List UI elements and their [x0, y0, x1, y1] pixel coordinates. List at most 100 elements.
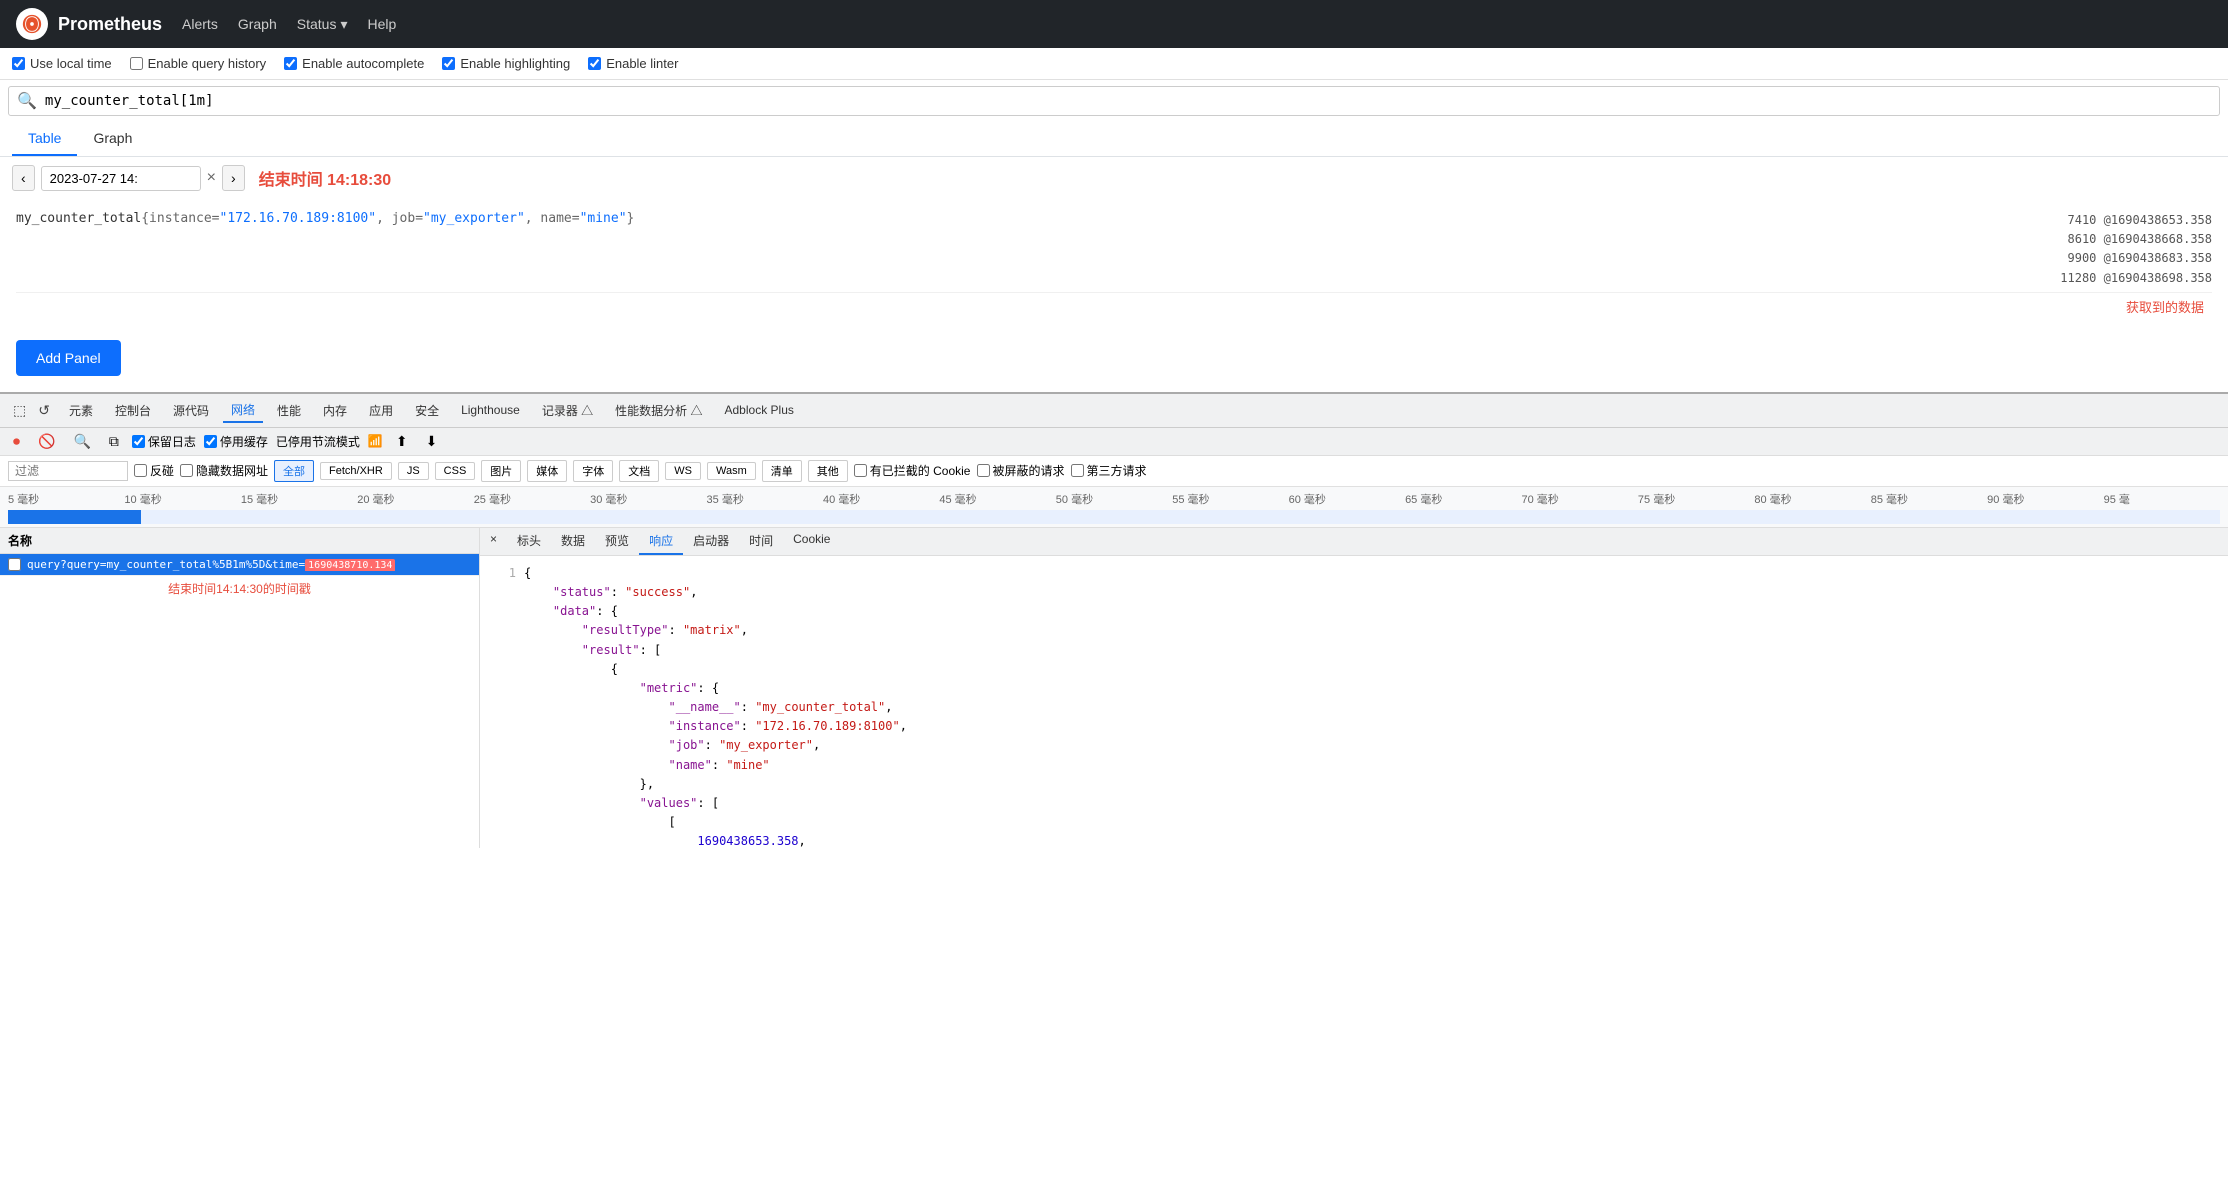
response-tab-payload[interactable]: 数据	[551, 528, 595, 555]
use-local-time-label[interactable]: Use local time	[12, 56, 112, 71]
keep-log-label[interactable]: 保留日志	[132, 433, 196, 450]
main-tabs: Table Graph	[0, 122, 2228, 157]
response-tab-initiator[interactable]: 启动器	[683, 528, 739, 555]
devtools-tab-adblock[interactable]: Adblock Plus	[717, 400, 802, 420]
tl-25: 25 毫秒	[474, 491, 590, 507]
disable-cache-label[interactable]: 停用缓存	[204, 433, 268, 450]
filter-js-button[interactable]: JS	[398, 462, 429, 480]
search-network-icon[interactable]: 🔍	[68, 431, 95, 452]
devtools-tab-recorder[interactable]: 记录器 △	[534, 399, 601, 422]
prometheus-logo	[16, 8, 48, 40]
time-input[interactable]	[41, 166, 201, 191]
enable-linter-checkbox[interactable]	[588, 57, 601, 70]
invert-filter-label[interactable]: 反碰	[134, 462, 174, 479]
import-icon[interactable]: ⬆	[391, 431, 413, 452]
hide-data-urls-label[interactable]: 隐藏数据网址	[180, 462, 268, 479]
nav-graph[interactable]: Graph	[238, 16, 277, 32]
keep-log-checkbox[interactable]	[132, 435, 145, 448]
enable-query-history-checkbox[interactable]	[130, 57, 143, 70]
blocked-requests-label[interactable]: 被屏蔽的请求	[977, 462, 1065, 479]
filter-manifest-button[interactable]: 清单	[762, 460, 802, 482]
filter-fetch-button[interactable]: Fetch/XHR	[320, 462, 392, 480]
tl-70: 70 毫秒	[1521, 491, 1637, 507]
metric-value-4: 11280 @1690438698.358	[2060, 269, 2212, 288]
devtools-tab-sources[interactable]: 源代码	[165, 399, 217, 422]
response-tab-cookie[interactable]: Cookie	[783, 528, 840, 555]
tab-table[interactable]: Table	[12, 122, 77, 156]
cursor-icon[interactable]: ⬚	[8, 400, 31, 421]
metric-name: my_counter_total{instance="172.16.70.189…	[16, 211, 634, 226]
time-controls: ‹ × › 结束时间 14:18:30	[0, 157, 2228, 199]
invert-filter-checkbox[interactable]	[134, 464, 147, 477]
devtools-tab-application[interactable]: 应用	[361, 399, 401, 422]
response-tab-timing[interactable]: 时间	[739, 528, 783, 555]
blocked-cookies-checkbox[interactable]	[854, 464, 867, 477]
time-forward-button[interactable]: ›	[222, 165, 245, 191]
devtools-tab-security[interactable]: 安全	[407, 399, 447, 422]
requests-header: 名称	[0, 528, 479, 554]
record-icon[interactable]: ⏺	[8, 431, 25, 452]
enable-highlighting-checkbox[interactable]	[442, 57, 455, 70]
time-clear-button[interactable]: ×	[207, 169, 216, 187]
filter-media-button[interactable]: 媒体	[527, 460, 567, 482]
metric-value-3: 9900 @1690438683.358	[2060, 249, 2212, 268]
response-tab-response[interactable]: 响应	[639, 528, 683, 555]
filter-ws-button[interactable]: WS	[665, 462, 701, 480]
add-panel-button[interactable]: Add Panel	[16, 340, 121, 376]
response-tab-preview[interactable]: 预览	[595, 528, 639, 555]
devtools-tab-network[interactable]: 网络	[223, 398, 263, 423]
metric-values: 7410 @1690438653.358 8610 @1690438668.35…	[2060, 211, 2212, 288]
brand: Prometheus	[16, 8, 162, 40]
response-tab-headers[interactable]: 标头	[507, 528, 551, 555]
response-close-btn[interactable]: ×	[480, 528, 507, 555]
filter-icon[interactable]: ⧉	[104, 431, 124, 452]
filter-other-button[interactable]: 其他	[808, 460, 848, 482]
third-party-checkbox[interactable]	[1071, 464, 1084, 477]
enable-highlighting-label[interactable]: Enable highlighting	[442, 56, 570, 71]
blocked-requests-checkbox[interactable]	[977, 464, 990, 477]
metric-value-2: 8610 @1690438668.358	[2060, 230, 2212, 249]
devtools: ⬚ ↺ 元素 控制台 源代码 网络 性能 内存 应用 安全 Lighthouse…	[0, 392, 2228, 848]
enable-linter-label[interactable]: Enable linter	[588, 56, 678, 71]
refresh-icon[interactable]: ↺	[33, 400, 55, 421]
clear-icon[interactable]: 🚫	[33, 431, 60, 452]
nav-status[interactable]: Status ▾	[297, 16, 348, 33]
filter-doc-button[interactable]: 文档	[619, 460, 659, 482]
filter-font-button[interactable]: 字体	[573, 460, 613, 482]
devtools-tab-elements[interactable]: 元素	[61, 399, 101, 422]
filter-wasm-button[interactable]: Wasm	[707, 462, 756, 480]
devtools-tab-perf-insights[interactable]: 性能数据分析 △	[607, 399, 710, 422]
timeline-bar	[8, 510, 141, 524]
tl-5: 5 毫秒	[8, 491, 124, 507]
third-party-label[interactable]: 第三方请求	[1071, 462, 1147, 479]
filter-css-button[interactable]: CSS	[435, 462, 476, 480]
devtools-tab-memory[interactable]: 内存	[315, 399, 355, 422]
split-pane: 名称 query?query=my_counter_total%5B1m%5D&…	[0, 528, 2228, 848]
tab-graph[interactable]: Graph	[77, 122, 148, 156]
request-item[interactable]: query?query=my_counter_total%5B1m%5D&tim…	[0, 554, 479, 576]
use-local-time-checkbox[interactable]	[12, 57, 25, 70]
enable-query-history-label[interactable]: Enable query history	[130, 56, 267, 71]
time-back-button[interactable]: ‹	[12, 165, 35, 191]
devtools-tab-performance[interactable]: 性能	[269, 399, 309, 422]
request-note: 结束时间14:14:30的时间戳	[0, 576, 479, 601]
request-checkbox[interactable]	[8, 558, 21, 571]
nav-alerts[interactable]: Alerts	[182, 16, 218, 32]
hide-data-urls-checkbox[interactable]	[180, 464, 193, 477]
devtools-tab-lighthouse[interactable]: Lighthouse	[453, 400, 528, 420]
filter-img-button[interactable]: 图片	[481, 460, 521, 482]
nav-links: Alerts Graph Status ▾ Help	[182, 16, 396, 33]
blocked-cookies-label[interactable]: 有已拦截的 Cookie	[854, 462, 971, 479]
nav-help[interactable]: Help	[367, 16, 396, 32]
request-highlight: 1690438710.134	[305, 559, 395, 571]
filter-all-button[interactable]: 全部	[274, 460, 314, 482]
disable-cache-checkbox[interactable]	[204, 435, 217, 448]
filter-bar: 反碰 隐藏数据网址 全部 Fetch/XHR JS CSS 图片 媒体 字体 文…	[0, 456, 2228, 487]
filter-input[interactable]	[8, 461, 128, 481]
query-input[interactable]	[45, 93, 2211, 109]
enable-autocomplete-checkbox[interactable]	[284, 57, 297, 70]
devtools-tab-console[interactable]: 控制台	[107, 399, 159, 422]
export-icon[interactable]: ⬇	[421, 431, 443, 452]
enable-autocomplete-label[interactable]: Enable autocomplete	[284, 56, 424, 71]
search-bar: 🔍	[8, 86, 2220, 116]
